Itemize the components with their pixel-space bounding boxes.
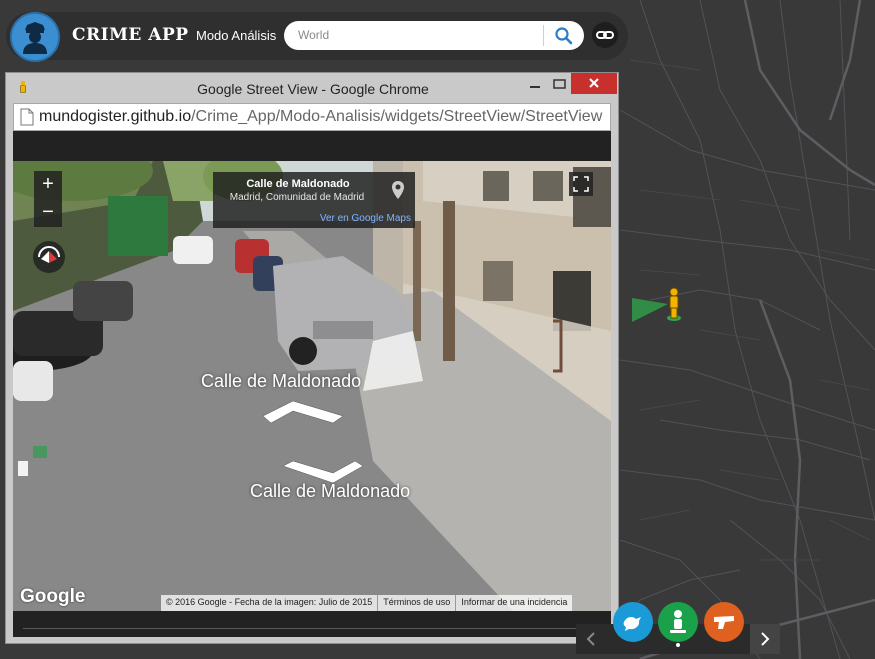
fullscreen-icon xyxy=(573,176,589,192)
police-officer-icon xyxy=(23,22,47,54)
attribution-bar: © 2016 Google - Fecha de la imagen: Juli… xyxy=(161,595,573,611)
view-in-google-maps-link[interactable]: Ver en Google Maps xyxy=(320,213,411,224)
location-info-box: Calle de Maldonado Madrid, Comunidad de … xyxy=(213,172,415,228)
next-page-button[interactable] xyxy=(750,624,780,654)
mode-label[interactable]: Modo Análisis xyxy=(196,28,276,43)
streetview-bottom-strip xyxy=(13,611,611,637)
fullscreen-button[interactable] xyxy=(569,172,593,196)
address-bar[interactable]: mundogister.github.io/Crime_App/Modo-Ana… xyxy=(13,103,611,131)
search-divider xyxy=(543,25,544,46)
search-box xyxy=(284,21,584,50)
streetview-panorama[interactable]: + − Calle de Maldonado Madrid, Comunidad… xyxy=(13,161,611,611)
link-icon xyxy=(596,31,614,39)
app-logo-avatar[interactable] xyxy=(10,12,60,62)
search-input[interactable] xyxy=(298,25,538,45)
page-indicator-dot xyxy=(676,643,680,647)
streetview-popup-window: Google Street View - Google Chrome mundo… xyxy=(5,72,619,644)
compass-control[interactable] xyxy=(33,241,65,273)
url-host: mundogister.github.io xyxy=(39,108,192,125)
widget-button-orange[interactable] xyxy=(704,602,744,642)
widget-button-green[interactable] xyxy=(658,602,698,642)
map-pin-icon[interactable] xyxy=(391,180,405,200)
page-icon xyxy=(20,108,34,126)
bird-icon xyxy=(623,617,641,631)
gun-icon xyxy=(714,616,734,629)
google-logo: Google xyxy=(20,586,86,607)
location-title: Calle de Maldonado xyxy=(246,178,350,190)
chevron-left-icon[interactable] xyxy=(576,624,606,654)
person-icon xyxy=(670,610,686,633)
minimize-icon[interactable] xyxy=(522,75,548,95)
street-label-bottom: Calle de Maldonado xyxy=(250,481,411,501)
report-issue-link[interactable]: Informar de una incidencia xyxy=(456,595,572,611)
close-icon xyxy=(589,78,599,88)
app-title: CRIME APP xyxy=(72,25,189,45)
streetview-top-strip xyxy=(13,131,611,161)
pegman-marker-icon[interactable] xyxy=(628,284,686,324)
chevron-right-icon xyxy=(761,632,770,646)
url-path: /Crime_App/Modo-Analisis/widgets/StreetV… xyxy=(191,108,603,125)
street-label-top: Calle de Maldonado xyxy=(201,371,362,391)
zoom-out-button[interactable]: − xyxy=(34,199,62,227)
bottom-divider xyxy=(23,628,601,629)
close-button[interactable] xyxy=(571,73,617,94)
url-text: mundogister.github.io/Crime_App/Modo-Ana… xyxy=(39,108,602,126)
compass-icon xyxy=(38,246,60,263)
share-link-button[interactable] xyxy=(592,22,618,48)
zoom-control: + − xyxy=(34,171,62,227)
location-subtitle: Madrid, Comunidad de Madrid xyxy=(229,192,365,203)
terms-link[interactable]: Términos de uso xyxy=(378,595,457,611)
copyright-text: © 2016 Google - Fecha de la imagen: Juli… xyxy=(161,595,379,611)
zoom-in-button[interactable]: + xyxy=(34,171,62,199)
widget-button-blue[interactable] xyxy=(613,602,653,642)
search-icon[interactable] xyxy=(552,24,576,48)
